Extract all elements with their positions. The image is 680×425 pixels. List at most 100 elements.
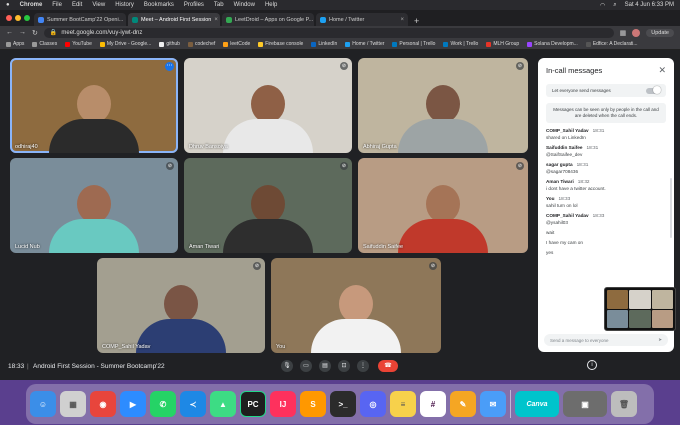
bookmark-item[interactable]: Personal | Trello: [392, 41, 435, 47]
menu-chrome[interactable]: Chrome: [20, 2, 43, 8]
microphone-button[interactable]: 🎙: [281, 360, 293, 372]
sublime-icon[interactable]: S: [300, 391, 326, 417]
participant-video: [49, 185, 139, 253]
mic-off-icon: ⊘: [166, 162, 174, 170]
bookmark-item[interactable]: Work | Trello: [443, 41, 478, 47]
search-icon[interactable]: ⌕: [613, 2, 616, 9]
tab-favicon-icon: [226, 16, 232, 23]
tab-twitter[interactable]: Home / Twitter ×: [316, 13, 408, 26]
participant-tile-self[interactable]: ⊘ You: [271, 258, 441, 353]
drive-icon: [99, 41, 105, 47]
chat-scrollbar[interactable]: [670, 178, 672, 238]
bookmark-item[interactable]: github: [159, 41, 180, 47]
zoom-icon[interactable]: ▶: [120, 391, 146, 417]
bookmark-item[interactable]: Solana Developm...: [527, 41, 578, 47]
bookmark-item[interactable]: Firebase console: [258, 41, 303, 47]
maximize-window-button[interactable]: [24, 15, 30, 21]
bookmark-item[interactable]: leetCode: [223, 41, 250, 47]
preview-icon[interactable]: ▣: [563, 391, 607, 417]
forward-icon[interactable]: →: [19, 29, 26, 36]
participant-name: odhiraj40: [15, 144, 38, 150]
reload-icon[interactable]: ↻: [32, 29, 38, 37]
bookmark-item[interactable]: codechef: [187, 41, 215, 47]
message-author: Saifuddin Saifee 18:31: [546, 145, 599, 150]
mail-icon[interactable]: ✉: [480, 391, 506, 417]
participant-tile[interactable]: ⊘ Aman Tiwari: [184, 158, 352, 253]
new-tab-button[interactable]: +: [410, 16, 423, 26]
trash-icon[interactable]: 🗑: [611, 391, 637, 417]
bookmark-item[interactable]: Home / Twitter: [345, 41, 384, 47]
pages-icon[interactable]: ✎: [450, 391, 476, 417]
menu-help[interactable]: Help: [265, 2, 277, 8]
terminal-icon[interactable]: >_: [330, 391, 356, 417]
tab-leetdroid[interactable]: LeetDroid – Apps on Google P... ×: [222, 13, 314, 26]
participant-tile[interactable]: ⋯ odhiraj40: [10, 58, 178, 153]
menubar-clock[interactable]: Sat 4 Jun 6:33 PM: [625, 2, 674, 9]
send-messages-toggle-row: Let everyone send messages: [546, 84, 666, 97]
bookmark-item[interactable]: MLH Group: [486, 41, 519, 47]
camera-button[interactable]: ▭: [300, 360, 312, 372]
participant-tile[interactable]: ⊘ Abhiraj Gupta: [358, 58, 528, 153]
bookmark-item[interactable]: Edfice: A Declarati...: [585, 41, 638, 47]
close-tab-icon[interactable]: ×: [214, 17, 218, 23]
participant-name: Dhruv Bansoiya: [189, 144, 228, 150]
bookmark-item[interactable]: YouTube: [65, 41, 92, 47]
trello-icon: [443, 41, 449, 47]
pip-tile: [629, 290, 651, 309]
message-time: 18:33: [558, 196, 571, 201]
send-icon[interactable]: ➤: [658, 337, 662, 343]
menu-edit[interactable]: Edit: [72, 2, 82, 8]
bookmark-item[interactable]: Apps: [6, 41, 24, 47]
whatsapp-icon[interactable]: ✆: [150, 391, 176, 417]
back-icon[interactable]: ←: [6, 29, 13, 36]
send-message-input[interactable]: Send a message to everyone ➤: [544, 334, 668, 346]
captions-button[interactable]: ▤: [319, 360, 331, 372]
update-button[interactable]: Update: [646, 28, 674, 37]
canva-icon[interactable]: Canva: [515, 391, 559, 417]
menu-bookmarks[interactable]: Bookmarks: [144, 2, 174, 8]
lock-icon: 🔒: [49, 30, 58, 36]
url-field[interactable]: 🔒 meet.google.com/vuy-iywt-dnz: [43, 27, 614, 38]
picture-in-picture-window[interactable]: [604, 287, 676, 331]
more-options-icon[interactable]: ⋯: [165, 62, 174, 71]
intellij-icon[interactable]: IJ: [270, 391, 296, 417]
pycharm-icon[interactable]: PC: [240, 391, 266, 417]
wifi-icon[interactable]: ◠: [600, 2, 605, 9]
launchpad-icon[interactable]: ▦: [60, 391, 86, 417]
meeting-details-icon[interactable]: i: [587, 360, 597, 370]
menu-view[interactable]: View: [92, 2, 105, 8]
chrome-icon[interactable]: ◉: [90, 391, 116, 417]
extensions-icon[interactable]: ▦: [620, 29, 627, 37]
discord-icon[interactable]: ◎: [360, 391, 386, 417]
close-window-button[interactable]: [6, 15, 12, 21]
menu-profiles[interactable]: Profiles: [184, 2, 204, 8]
participant-tile[interactable]: ⊘ Lucid Nub: [10, 158, 178, 253]
tab-summer-bootcamp[interactable]: Summer BootCamp'22 Openi... ×: [34, 13, 126, 26]
participant-tile[interactable]: ⊘ Dhruv Bansoiya: [184, 58, 352, 153]
close-tab-icon[interactable]: ×: [400, 17, 404, 23]
android-studio-icon[interactable]: ▲: [210, 391, 236, 417]
more-options-button[interactable]: ⋮: [357, 360, 369, 372]
present-screen-button[interactable]: ⊡: [338, 360, 350, 372]
menu-history[interactable]: History: [115, 2, 134, 8]
menu-window[interactable]: Window: [234, 2, 255, 8]
minimize-window-button[interactable]: [15, 15, 21, 21]
vscode-icon[interactable]: ≺: [180, 391, 206, 417]
leave-call-button[interactable]: ☎: [378, 360, 398, 372]
bookmark-item[interactable]: LinkedIn: [311, 41, 337, 47]
tab-meet[interactable]: Meet – Android First Session ×: [128, 13, 220, 26]
participant-tile[interactable]: ⊘ COMP_Sahil Yadav: [97, 258, 265, 353]
apple-icon[interactable]: ●: [6, 2, 10, 8]
close-icon[interactable]: ✕: [658, 65, 666, 76]
participant-tile[interactable]: ⊘ Saifuddin Saifee: [358, 158, 528, 253]
bookmark-item[interactable]: Classes: [32, 41, 57, 47]
notes-icon[interactable]: ≡: [390, 391, 416, 417]
send-messages-toggle[interactable]: [646, 86, 661, 94]
mic-off-icon: ⊘: [429, 262, 437, 270]
slack-icon[interactable]: #: [420, 391, 446, 417]
menu-tab[interactable]: Tab: [214, 2, 224, 8]
profile-avatar[interactable]: [632, 28, 641, 37]
menu-file[interactable]: File: [52, 2, 62, 8]
bookmark-item[interactable]: My Drive - Google...: [99, 41, 151, 47]
finder-icon[interactable]: ☺: [30, 391, 56, 417]
